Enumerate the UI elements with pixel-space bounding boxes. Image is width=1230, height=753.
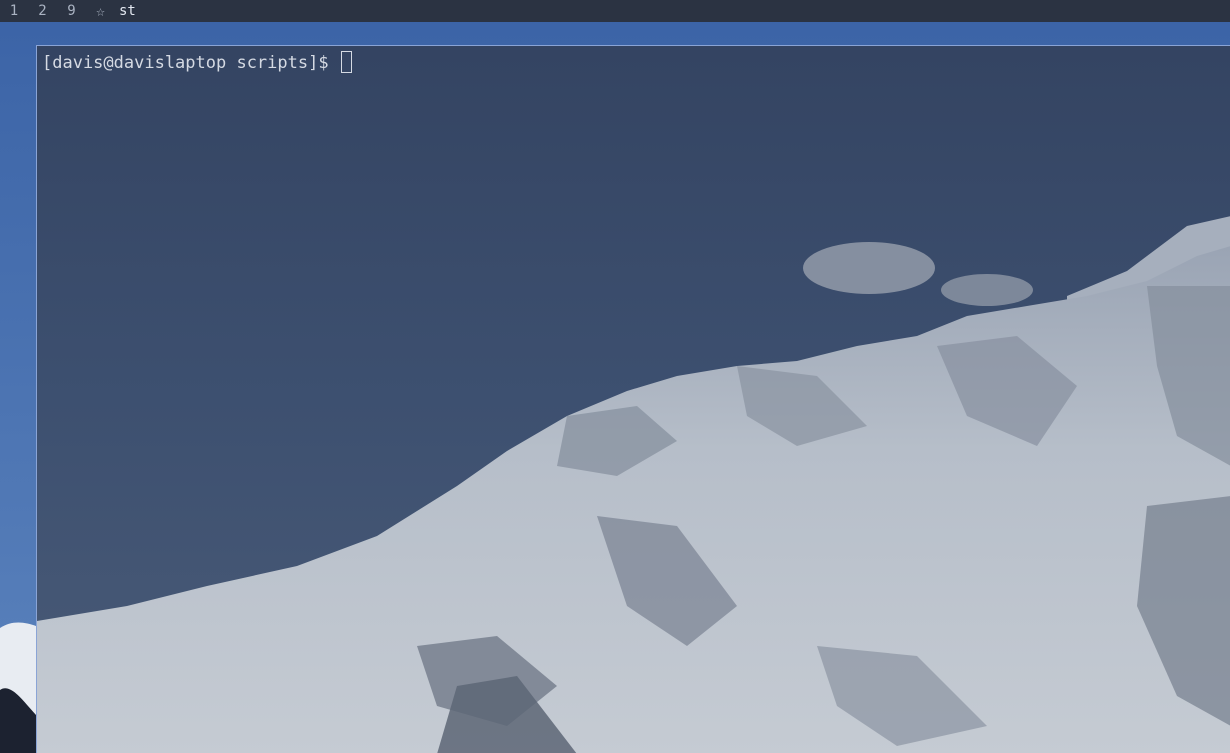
shell-prompt: [davis@davislaptop scripts]$ <box>42 53 339 73</box>
workspace-tag-2[interactable]: 2 <box>28 3 57 19</box>
terminal-background-mountain <box>37 46 1230 753</box>
terminal-window[interactable]: [davis@davislaptop scripts]$ <box>36 45 1230 753</box>
layout-star-icon[interactable]: ☆ <box>86 2 115 20</box>
workspace-tag-1[interactable]: 1 <box>0 3 28 19</box>
terminal-output[interactable]: [davis@davislaptop scripts]$ <box>42 51 352 74</box>
workspace-tag-9[interactable]: 9 <box>57 3 86 19</box>
status-bar: 1 2 9 ☆ st <box>0 0 1230 22</box>
terminal-cursor <box>340 51 352 73</box>
window-title: st <box>119 3 136 19</box>
desktop: 1 2 9 ☆ st [davis@davislaptop scripts]$ <box>0 0 1230 753</box>
